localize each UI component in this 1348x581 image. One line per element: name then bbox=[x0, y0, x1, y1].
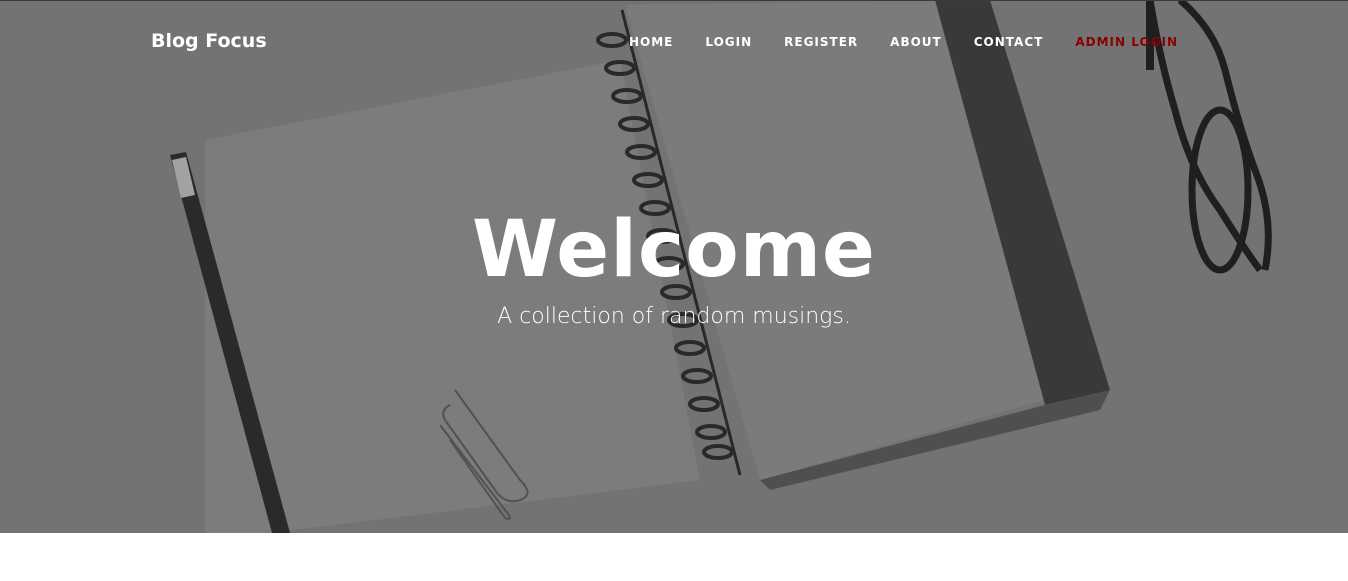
nav-link-home[interactable]: HOME bbox=[613, 35, 689, 49]
nav-item-home: HOME bbox=[613, 35, 689, 49]
nav-link-contact[interactable]: CONTACT bbox=[958, 35, 1060, 49]
nav-item-about: ABOUT bbox=[874, 35, 958, 49]
nav-link-login[interactable]: LOGIN bbox=[689, 35, 768, 49]
nav-item-login: LOGIN bbox=[689, 35, 768, 49]
brand-logo-link[interactable]: Blog Focus bbox=[151, 30, 267, 52]
nav-item-contact: CONTACT bbox=[958, 35, 1060, 49]
nav-link-about[interactable]: ABOUT bbox=[874, 35, 958, 49]
nav-item-register: REGISTER bbox=[768, 35, 874, 49]
nav-item-admin-login: ADMIN LOGIN bbox=[1059, 35, 1178, 49]
page-subtitle: A collection of random musings. bbox=[497, 304, 851, 329]
page-title: Welcome bbox=[472, 205, 876, 295]
nav-menu: HOME LOGIN REGISTER ABOUT CONTACT ADMIN … bbox=[613, 35, 1178, 49]
nav-link-admin-login[interactable]: ADMIN LOGIN bbox=[1059, 35, 1178, 49]
hero-heading: Welcome A collection of random musings. bbox=[0, 200, 1348, 332]
nav-link-register[interactable]: REGISTER bbox=[768, 35, 874, 49]
hero-section: Blog Focus HOME LOGIN REGISTER ABOUT CON… bbox=[0, 0, 1348, 533]
main-navbar: Blog Focus HOME LOGIN REGISTER ABOUT CON… bbox=[0, 0, 1348, 84]
